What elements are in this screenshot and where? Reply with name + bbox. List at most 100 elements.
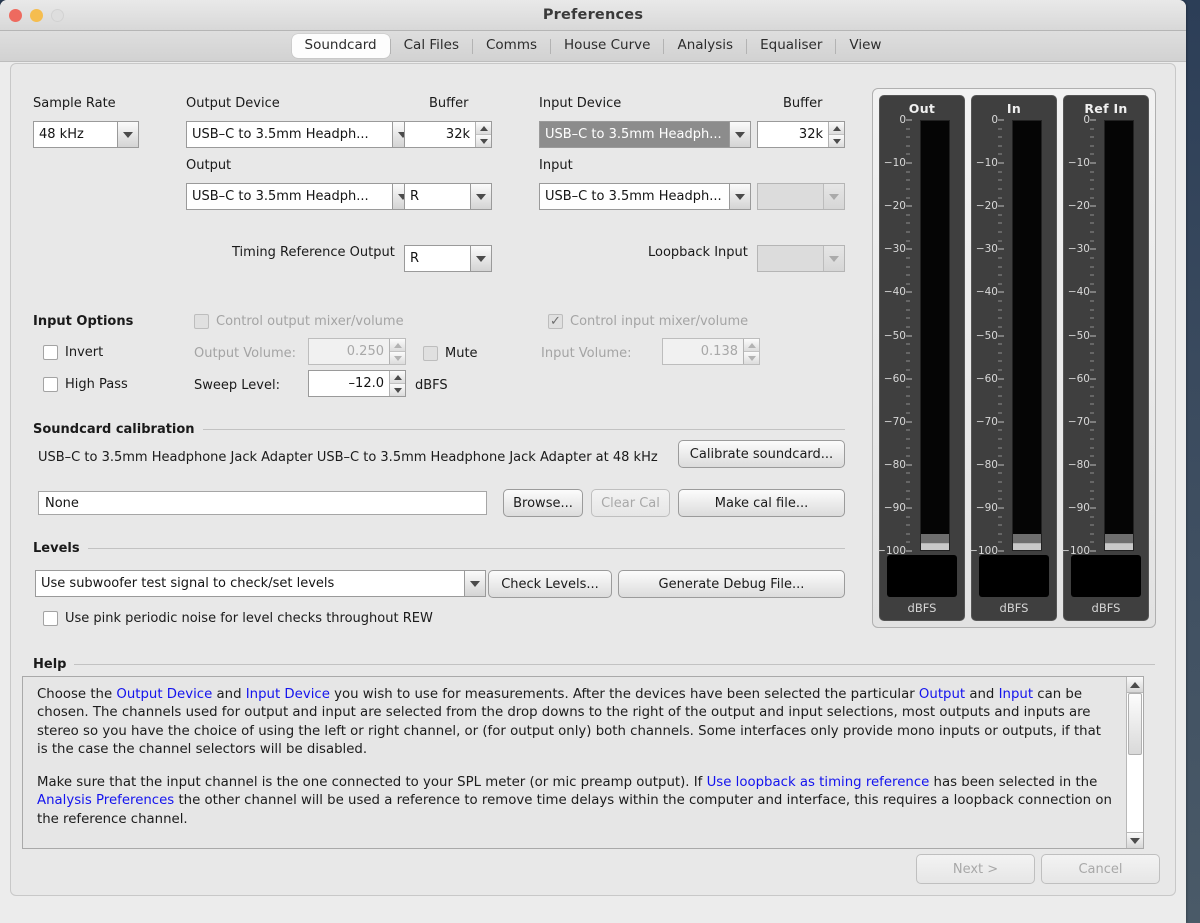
meter-scale-label: −90	[975, 501, 998, 514]
sweep-level-units: dBFS	[415, 378, 448, 393]
chevron-down-icon[interactable]	[729, 122, 750, 147]
input-select[interactable]: USB–C to 3.5mm Headph...	[539, 183, 751, 210]
sweep-level-arrows[interactable]	[389, 371, 405, 396]
chevron-down-icon[interactable]	[117, 122, 138, 147]
test-signal-select[interactable]: Use subwoofer test signal to check/set l…	[35, 570, 486, 597]
output-select[interactable]: USB–C to 3.5mm Headph...	[186, 183, 414, 210]
pink-noise-checkbox-row[interactable]: Use pink periodic noise for level checks…	[43, 611, 433, 626]
meter-minor-tick	[1090, 128, 1094, 130]
meter-minor-tick	[1090, 524, 1094, 526]
mute-checkbox	[423, 346, 438, 361]
control-input-mixer-row: ✓ Control input mixer/volume	[548, 314, 748, 329]
output-channel-value: R	[410, 189, 420, 204]
help-link[interactable]: Analysis Preferences	[37, 793, 174, 808]
meter-minor-tick	[1090, 283, 1094, 285]
pink-noise-checkbox[interactable]	[43, 611, 58, 626]
meter-scale-label: −10	[975, 157, 998, 170]
meter-minor-tick	[998, 145, 1002, 147]
meter-minor-tick	[906, 360, 910, 362]
sweep-level-label: Sweep Level:	[194, 378, 280, 393]
input-device-select[interactable]: USB–C to 3.5mm Headph...	[539, 121, 751, 148]
help-title: Help	[33, 657, 67, 672]
meter-minor-tick	[906, 188, 910, 190]
input-value: USB–C to 3.5mm Headph...	[545, 189, 722, 204]
meter-out: Out 0 −10 −20 −30 −40 −50 −60 −70 −80 −90 −100 dBF…	[877, 95, 965, 621]
help-link[interactable]: Input Device	[246, 687, 330, 702]
meter-minor-tick	[998, 197, 1002, 199]
meter-minor-tick	[906, 179, 910, 181]
sweep-level-stepper[interactable]: –12.0	[308, 370, 406, 397]
stepper-down-icon[interactable]	[476, 135, 491, 147]
meter-minor-tick	[998, 490, 1002, 492]
meter-minor-tick	[1090, 498, 1094, 500]
meter-minor-tick	[906, 300, 910, 302]
tab-equaliser[interactable]: Equaliser	[747, 34, 835, 58]
meter-scale-label: −50	[883, 329, 906, 342]
tab-soundcard[interactable]: Soundcard	[291, 34, 390, 58]
high-pass-label: High Pass	[65, 377, 128, 392]
meter-minor-tick	[998, 317, 1002, 319]
next-button: Next >	[916, 854, 1035, 884]
calibrate-soundcard-button[interactable]: Calibrate soundcard...	[678, 440, 845, 468]
stepper-down-icon[interactable]	[829, 135, 844, 147]
meter-tick	[906, 421, 912, 423]
control-input-mixer-checkbox: ✓	[548, 314, 563, 329]
timing-reference-output-select[interactable]: R	[404, 245, 492, 272]
chevron-down-icon[interactable]	[729, 184, 750, 209]
meter-minor-tick	[998, 266, 1002, 268]
high-pass-checkbox[interactable]	[43, 377, 58, 392]
stepper-up-icon[interactable]	[390, 371, 405, 384]
input-volume-stepper: 0.138	[662, 338, 760, 365]
invert-checkbox-row[interactable]: Invert	[43, 345, 103, 360]
sample-rate-select[interactable]: 48 kHz	[33, 121, 139, 148]
meter-scale-label: −10	[883, 157, 906, 170]
meter-out-units: dBFS	[907, 601, 937, 615]
output-buffer-stepper[interactable]: 32k	[404, 121, 492, 148]
meter-in-readout	[979, 555, 1049, 597]
meter-minor-tick	[1090, 429, 1094, 431]
tab-analysis[interactable]: Analysis	[664, 34, 746, 58]
chevron-down-icon[interactable]	[470, 184, 491, 209]
meter-tick	[906, 291, 912, 293]
output-channel-select[interactable]: R	[404, 183, 492, 210]
help-paragraph-2: Make sure that the input channel is the …	[37, 774, 1114, 829]
output-device-select[interactable]: USB–C to 3.5mm Headph...	[186, 121, 414, 148]
stepper-up-icon[interactable]	[829, 122, 844, 135]
meter-minor-tick	[906, 309, 910, 311]
input-buffer-stepper[interactable]: 32k	[757, 121, 845, 148]
output-buffer-arrows[interactable]	[475, 122, 491, 147]
help-link[interactable]: Output Device	[116, 687, 212, 702]
help-panel: Choose the Output Device and Input Devic…	[22, 676, 1144, 849]
scroll-up-icon[interactable]	[1127, 677, 1143, 693]
meter-minor-tick	[906, 516, 910, 518]
make-cal-file-button[interactable]: Make cal file...	[678, 489, 845, 517]
tab-view[interactable]: View	[836, 34, 894, 58]
help-scroll-thumb[interactable]	[1128, 693, 1142, 755]
help-link[interactable]: Use loopback as timing reference	[707, 775, 930, 790]
help-scroll-track[interactable]	[1127, 693, 1143, 832]
tab-comms[interactable]: Comms	[473, 34, 550, 58]
meter-out-readout	[887, 555, 957, 597]
check-levels-button[interactable]: Check Levels...	[488, 570, 612, 598]
chevron-down-icon[interactable]	[464, 571, 485, 596]
high-pass-checkbox-row[interactable]: High Pass	[43, 377, 128, 392]
meter-minor-tick	[906, 455, 910, 457]
chevron-down-icon[interactable]	[470, 246, 491, 271]
help-link[interactable]: Output	[919, 687, 965, 702]
cal-file-input[interactable]: None	[38, 491, 487, 515]
generate-debug-file-button[interactable]: Generate Debug File...	[618, 570, 845, 598]
tab-house-curve[interactable]: House Curve	[551, 34, 663, 58]
stepper-up-icon[interactable]	[476, 122, 491, 135]
stepper-down-icon[interactable]	[390, 384, 405, 396]
window-titlebar[interactable]: Preferences	[0, 0, 1186, 31]
scroll-down-icon[interactable]	[1127, 832, 1143, 848]
invert-checkbox[interactable]	[43, 345, 58, 360]
stepper-down-icon	[390, 352, 405, 364]
browse-button[interactable]: Browse...	[503, 489, 583, 517]
meter-minor-tick	[998, 447, 1002, 449]
tab-cal-files[interactable]: Cal Files	[391, 34, 472, 58]
help-scrollbar[interactable]	[1126, 677, 1143, 848]
input-buffer-arrows[interactable]	[828, 122, 844, 147]
help-link[interactable]: Input	[999, 687, 1033, 702]
input-options-title: Input Options	[33, 314, 134, 329]
